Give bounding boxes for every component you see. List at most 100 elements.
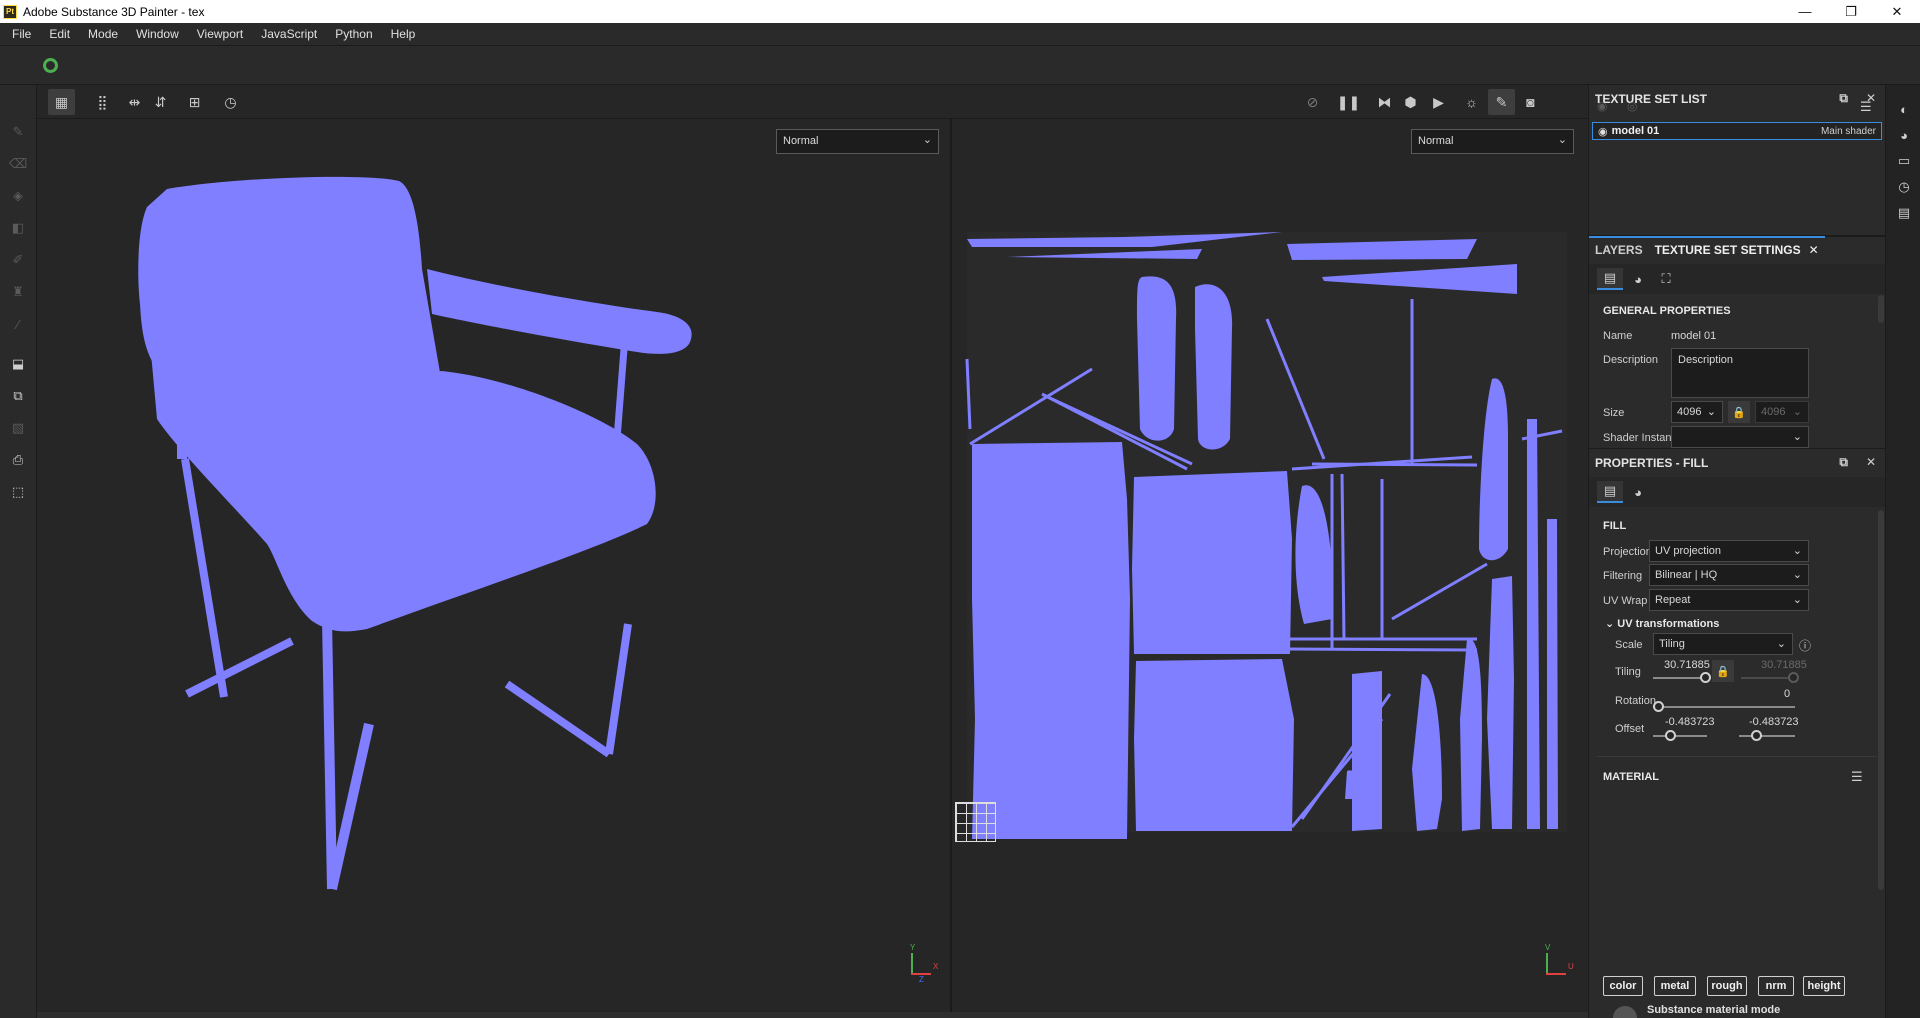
export-icon[interactable]: ⎙ bbox=[9, 451, 27, 469]
camera-icon[interactable]: ▶ bbox=[1425, 89, 1452, 115]
symmetry-icon[interactable]: ⧓ bbox=[1371, 89, 1398, 115]
menu-mode[interactable]: Mode bbox=[79, 27, 127, 41]
projection-label: Projection bbox=[1603, 546, 1652, 558]
offset-y-slider[interactable] bbox=[1739, 730, 1795, 741]
list-menu-icon[interactable]: ☰ bbox=[1860, 99, 1872, 115]
tab-layers[interactable]: LAYERS bbox=[1589, 236, 1649, 264]
filtering-dropdown[interactable]: Bilinear | HQ ⌄ bbox=[1649, 564, 1809, 586]
material-sphere-icon[interactable]: ◕ bbox=[1625, 268, 1651, 290]
channel-nrm-button[interactable]: nrm bbox=[1758, 976, 1794, 996]
channel-metal-button[interactable]: metal bbox=[1654, 976, 1696, 996]
offset-x-slider[interactable] bbox=[1653, 730, 1707, 741]
size-label: Size bbox=[1603, 407, 1625, 419]
menu-viewport[interactable]: Viewport bbox=[188, 27, 252, 41]
polygon-fill-icon[interactable]: ⬓ bbox=[9, 355, 27, 373]
material-sphere-icon[interactable]: ◕ bbox=[1625, 481, 1651, 503]
maximize-button[interactable]: ❐ bbox=[1828, 0, 1874, 23]
lighting-icon[interactable]: ☼ bbox=[1458, 89, 1485, 115]
hide-overlay-icon[interactable]: ⊘ bbox=[1299, 89, 1326, 115]
cube-view-icon[interactable]: ⬢ bbox=[1397, 89, 1424, 115]
geometry-mask-icon[interactable]: ◧ bbox=[9, 219, 27, 237]
texture-set-item[interactable]: ◉ model 01 Main shader bbox=[1592, 122, 1882, 140]
menu-file[interactable]: File bbox=[3, 27, 40, 41]
close-button[interactable]: ✕ bbox=[1874, 0, 1920, 23]
substance-thumbnail[interactable] bbox=[1613, 1006, 1637, 1018]
shader-settings-icon[interactable]: ◕ bbox=[1895, 126, 1913, 144]
lock-icon[interactable]: 🔒 bbox=[1728, 401, 1750, 423]
rotation-value: 0 bbox=[1784, 688, 1791, 700]
properties-icon[interactable]: ▤ bbox=[1597, 268, 1623, 290]
menu-edit[interactable]: Edit bbox=[40, 27, 79, 41]
close-tab-icon[interactable]: ✕ bbox=[1809, 243, 1819, 257]
properties-scrollbar[interactable] bbox=[1878, 510, 1884, 890]
history-icon[interactable]: ◷ bbox=[217, 89, 244, 115]
projection-icon[interactable]: ◈ bbox=[9, 187, 27, 205]
uv-tile-grid[interactable] bbox=[955, 802, 996, 842]
clone-stamp-icon[interactable]: ♜ bbox=[9, 283, 27, 301]
app-logo: Pt bbox=[3, 4, 17, 19]
uv-wrap-dropdown[interactable]: Repeat ⌄ bbox=[1649, 589, 1809, 611]
view-3d-2d-icon[interactable]: ▦ bbox=[48, 89, 75, 115]
eye-icon[interactable]: ◉ bbox=[1598, 125, 1608, 138]
eraser-icon[interactable]: ⌫ bbox=[9, 155, 27, 173]
eye-all-icon[interactable]: ◎ bbox=[1627, 99, 1637, 113]
channel-rough-button[interactable]: rough bbox=[1707, 976, 1747, 996]
mesh-icon[interactable]: ⬚ bbox=[9, 483, 27, 501]
display-settings-icon[interactable]: ◐ bbox=[1895, 100, 1913, 118]
viewport-3d[interactable]: Normal ⌄ Y X Z bbox=[37, 119, 950, 1014]
uv-transformations-toggle[interactable]: ⌄ UV transformations bbox=[1605, 617, 1719, 630]
color-picker-icon[interactable]: ⁄ bbox=[9, 315, 27, 333]
chevron-down-icon: ⌄ bbox=[1605, 618, 1615, 630]
uv-frame-icon[interactable]: ⛶ bbox=[1653, 268, 1679, 290]
settings-scrollbar[interactable] bbox=[1878, 295, 1884, 323]
pause-icon[interactable]: ❚❚ bbox=[1335, 89, 1362, 115]
tiling-slider[interactable] bbox=[1653, 672, 1711, 683]
offset-y-value: -0.483723 bbox=[1749, 716, 1799, 728]
texture-set-shader: Main shader bbox=[1820, 125, 1876, 137]
paint-brush-icon[interactable]: ✎ bbox=[9, 123, 27, 141]
mirror-horizontal-icon[interactable]: ⇹ bbox=[121, 89, 148, 115]
log-icon[interactable]: ▤ bbox=[1895, 204, 1913, 222]
smudge-icon[interactable]: ✐ bbox=[9, 251, 27, 269]
shader-instance-dropdown[interactable]: ⌄ bbox=[1671, 426, 1809, 448]
add-frame-icon[interactable]: ⊞ bbox=[181, 89, 208, 115]
channel-color-button[interactable]: color bbox=[1603, 976, 1643, 996]
chevron-down-icon: ⌄ bbox=[1792, 406, 1802, 418]
description-field[interactable]: Description bbox=[1671, 348, 1809, 398]
undock-icon[interactable]: ⧉ bbox=[1839, 91, 1848, 106]
projection-dropdown[interactable]: UV projection ⌄ bbox=[1649, 540, 1809, 562]
minimize-button[interactable]: — bbox=[1782, 0, 1828, 23]
undock-icon[interactable]: ⧉ bbox=[1839, 455, 1848, 470]
scale-dropdown[interactable]: Tiling ⌄ bbox=[1653, 633, 1793, 655]
menu-bar: File Edit Mode Window Viewport JavaScrip… bbox=[0, 23, 1920, 45]
right-dock-bar: ◐ ◕ ▭ ◷ ▤ bbox=[1885, 85, 1920, 1018]
viewport-2d[interactable]: Normal ⌄ V U bbox=[952, 119, 1588, 1014]
visibility-toggle-icon[interactable]: ◉ bbox=[1597, 99, 1607, 113]
bake-icon[interactable]: ⧉ bbox=[9, 387, 27, 405]
properties-header: PROPERTIES - FILL ⧉ ✕ bbox=[1589, 449, 1886, 477]
uv-tool-icon[interactable]: ▧ bbox=[9, 419, 27, 437]
menu-javascript[interactable]: JavaScript bbox=[252, 27, 326, 41]
chevron-down-icon: ⌄ bbox=[1792, 545, 1802, 557]
menu-help[interactable]: Help bbox=[382, 27, 425, 41]
paint-mode-icon[interactable]: ✎ bbox=[1488, 89, 1515, 115]
rotation-slider[interactable] bbox=[1653, 701, 1795, 712]
material-menu-icon[interactable]: ☰ bbox=[1851, 769, 1863, 785]
mirror-vertical-icon[interactable]: ⇵ bbox=[147, 89, 174, 115]
menu-python[interactable]: Python bbox=[326, 27, 381, 41]
screenshot-icon[interactable]: ◙ bbox=[1517, 89, 1544, 115]
shelf-icon[interactable]: ▭ bbox=[1895, 152, 1913, 170]
channel-height-button[interactable]: height bbox=[1803, 976, 1845, 996]
info-icon[interactable]: ⓘ bbox=[1799, 637, 1811, 654]
menu-window[interactable]: Window bbox=[127, 27, 188, 41]
tiling-lock-icon[interactable]: 🔒 bbox=[1712, 660, 1734, 682]
properties-icon[interactable]: ▤ bbox=[1597, 481, 1623, 503]
grid-view-icon[interactable]: ⣿ bbox=[89, 89, 116, 115]
history-icon[interactable]: ◷ bbox=[1895, 178, 1913, 196]
status-ring-icon[interactable] bbox=[43, 58, 58, 73]
close-panel-icon[interactable]: ✕ bbox=[1866, 455, 1876, 470]
material-heading: MATERIAL bbox=[1603, 771, 1660, 783]
size-dropdown[interactable]: 4096 ⌄ bbox=[1671, 401, 1723, 423]
tab-texture-set-settings[interactable]: TEXTURE SET SETTINGS ✕ bbox=[1648, 236, 1825, 264]
texture-set-list-title: TEXTURE SET LIST bbox=[1595, 92, 1708, 106]
